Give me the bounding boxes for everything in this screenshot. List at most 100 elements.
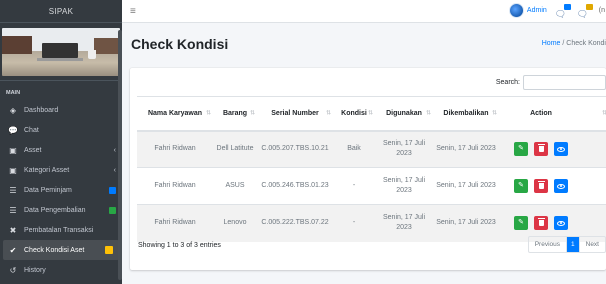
sort-icon: ⇅ bbox=[325, 110, 331, 117]
edit-icon: ✎ bbox=[518, 145, 524, 153]
sidebar-item-label: Dashboard bbox=[24, 106, 59, 114]
cell-nama: Fahri Ridwan bbox=[137, 167, 213, 205]
count-badge bbox=[109, 206, 116, 214]
sort-icon: ⇅ bbox=[249, 110, 255, 117]
pagination-page[interactable]: 1 bbox=[567, 237, 579, 252]
notification-count bbox=[563, 3, 571, 10]
cell-nama: Fahri Ridwan bbox=[137, 204, 213, 242]
history-icon: ↺ bbox=[9, 265, 17, 275]
table-row: Fahri Ridwan ASUS C.005.246.TBS.01.23 - … bbox=[137, 167, 606, 205]
x-icon: ✖ bbox=[9, 225, 17, 235]
count-badge bbox=[109, 186, 116, 194]
breadcrumb: Home / Check Kondi bbox=[542, 40, 606, 47]
sort-icon: ⇅ bbox=[367, 110, 373, 117]
menu-icon[interactable]: ≡ bbox=[130, 6, 136, 17]
sidebar-item-history[interactable]: ↺ History bbox=[0, 260, 122, 280]
cell-digunakan: Senin, 17 Juli 2023 bbox=[375, 167, 433, 205]
sidebar-item-label: Asset bbox=[24, 146, 42, 154]
col-action: Action bbox=[499, 96, 583, 132]
breadcrumb-current: Check Kondi bbox=[566, 40, 606, 47]
box-icon: ▣ bbox=[9, 165, 17, 175]
pagination-previous[interactable]: Previous bbox=[529, 237, 567, 252]
nav-section-label: MAIN bbox=[6, 90, 21, 96]
edit-button[interactable]: ✎ bbox=[514, 142, 528, 157]
col-nama-karyawan[interactable]: Nama Karyawan ⇅ bbox=[137, 96, 213, 132]
cell-serial: C.005.246.TBS.01.23 bbox=[257, 167, 333, 205]
eye-icon bbox=[557, 183, 565, 189]
col-dikembalikan[interactable]: Dikembalikan ⇅ bbox=[433, 96, 499, 132]
sidebar-item-dashboard[interactable]: ◈ Dashboard bbox=[0, 100, 122, 120]
sort-icon: ⇅ bbox=[425, 110, 431, 117]
search-input[interactable] bbox=[523, 75, 606, 90]
trash-icon bbox=[537, 144, 545, 153]
trash-icon bbox=[537, 218, 545, 227]
notification-count bbox=[585, 3, 593, 10]
sort-icon: ⇅ bbox=[601, 110, 606, 117]
content-header: Check Kondisi Home / Check Kondi bbox=[122, 23, 606, 68]
avatar[interactable] bbox=[508, 3, 524, 18]
col-serial-number[interactable]: Serial Number ⇅ bbox=[257, 96, 333, 132]
user-name[interactable]: Admin bbox=[527, 7, 547, 14]
data-card: Search: Nama Karyawan ⇅ Barang ⇅ Serial Nu… bbox=[130, 68, 606, 270]
pagination-next[interactable]: Next bbox=[578, 237, 605, 252]
table-row: Fahri Ridwan Dell Latitute C.005.207.TBS… bbox=[137, 130, 606, 168]
eye-icon bbox=[557, 146, 565, 152]
breadcrumb-separator: / bbox=[562, 40, 565, 47]
table-info: Showing 1 to 3 of 3 entries bbox=[138, 242, 221, 249]
breadcrumb-home[interactable]: Home bbox=[542, 40, 561, 47]
chat-notification-icon[interactable]: 🗨 bbox=[555, 3, 571, 19]
search-label: Search: bbox=[495, 79, 520, 86]
sidebar-item-check-kondisi-aset[interactable]: ✔ Check Kondisi Aset bbox=[3, 240, 119, 260]
col-kondisi[interactable]: Kondisi ⇅ bbox=[333, 96, 375, 132]
cell-digunakan: Senin, 17 Juli 2023 bbox=[375, 204, 433, 242]
gauge-icon: ◈ bbox=[9, 105, 17, 115]
edit-icon: ✎ bbox=[518, 182, 524, 189]
workspace-image bbox=[2, 28, 120, 76]
view-button[interactable] bbox=[554, 142, 568, 157]
eye-icon bbox=[557, 220, 565, 226]
col-digunakan[interactable]: Digunakan ⇅ bbox=[375, 96, 433, 132]
table-header-row: Nama Karyawan ⇅ Barang ⇅ Serial Number ⇅ Ko… bbox=[137, 96, 606, 132]
cell-dikembalikan: Senin, 17 Juli 2023 bbox=[433, 130, 499, 168]
cell-digunakan: Senin, 17 Juli 2023 bbox=[375, 130, 433, 168]
trash-icon bbox=[537, 181, 545, 189]
search-row: Search: bbox=[496, 75, 606, 90]
list-icon: ☰ bbox=[9, 205, 17, 215]
sidebar-item-chat[interactable]: 💬 Chat bbox=[0, 120, 122, 140]
cell-barang: Dell Latitute bbox=[213, 130, 257, 168]
cell-extra bbox=[583, 167, 606, 205]
sidebar-item-label: Data Peminjam bbox=[24, 186, 72, 194]
sidebar-item-data-peminjam[interactable]: ☰ Data Peminjam bbox=[0, 180, 122, 200]
sidebar-item-data-pengembalian[interactable]: ☰ Data Pengembalian bbox=[0, 200, 122, 220]
edit-button[interactable]: ✎ bbox=[514, 179, 528, 193]
cell-barang: ASUS bbox=[213, 167, 257, 205]
sidebar-item-kategori-asset[interactable]: ▣ Kategori Asset ‹ bbox=[0, 160, 122, 180]
sidebar-item-label: Kategori Asset bbox=[24, 166, 70, 174]
cell-dikembalikan: Senin, 17 Juli 2023 bbox=[433, 204, 499, 242]
chevron-left-icon: ‹ bbox=[113, 146, 116, 154]
sidebar-item-label: History bbox=[24, 266, 46, 274]
sidebar-item-pembatalan-transaksi[interactable]: ✖ Pembatalan Transaksi bbox=[0, 220, 122, 240]
brand-title[interactable]: SIPAK bbox=[0, 0, 122, 23]
delete-button[interactable] bbox=[534, 142, 548, 157]
cell-serial: C.005.222.TBS.07.22 bbox=[257, 204, 333, 242]
sidebar-item-label: Check Kondisi Aset bbox=[24, 246, 85, 254]
delete-button[interactable] bbox=[534, 216, 548, 231]
topbar: ≡ Admin 🗨 🗨 (n bbox=[122, 0, 606, 23]
delete-button[interactable] bbox=[534, 179, 548, 193]
edit-icon: ✎ bbox=[518, 219, 524, 227]
cell-dikembalikan: Senin, 17 Juli 2023 bbox=[433, 167, 499, 205]
edit-button[interactable]: ✎ bbox=[514, 216, 528, 231]
sidebar-item-asset[interactable]: ▣ Asset ‹ bbox=[0, 140, 122, 160]
col-extra[interactable]: ⇅ bbox=[583, 96, 606, 132]
cell-actions: ✎ bbox=[499, 167, 583, 205]
cell-extra bbox=[583, 130, 606, 168]
bell-notification-icon[interactable]: 🗨 bbox=[577, 3, 593, 19]
cell-kondisi: Baik bbox=[333, 130, 375, 168]
chat-icon: 💬 bbox=[8, 125, 18, 135]
cell-nama: Fahri Ridwan bbox=[137, 130, 213, 168]
col-barang[interactable]: Barang ⇅ bbox=[213, 96, 257, 132]
list-icon: ☰ bbox=[9, 185, 17, 195]
view-button[interactable] bbox=[554, 216, 568, 231]
view-button[interactable] bbox=[554, 179, 568, 193]
